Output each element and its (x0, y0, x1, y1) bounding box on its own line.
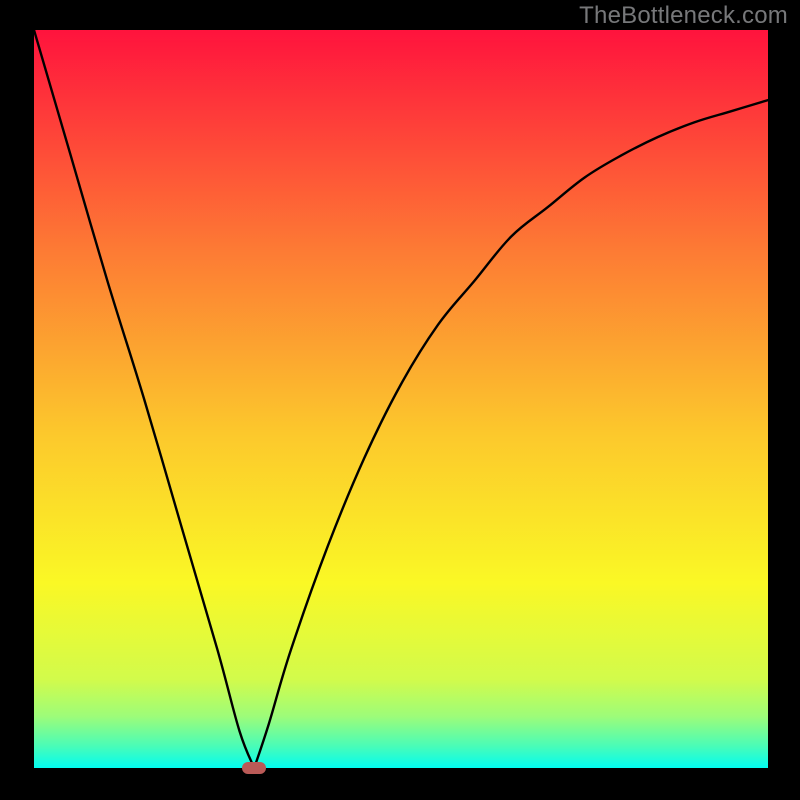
watermark-text: TheBottleneck.com (579, 2, 788, 30)
chart-container: TheBottleneck.com (0, 0, 800, 800)
minimum-marker (242, 762, 266, 774)
plot-area (34, 30, 768, 768)
background-gradient (34, 30, 768, 768)
